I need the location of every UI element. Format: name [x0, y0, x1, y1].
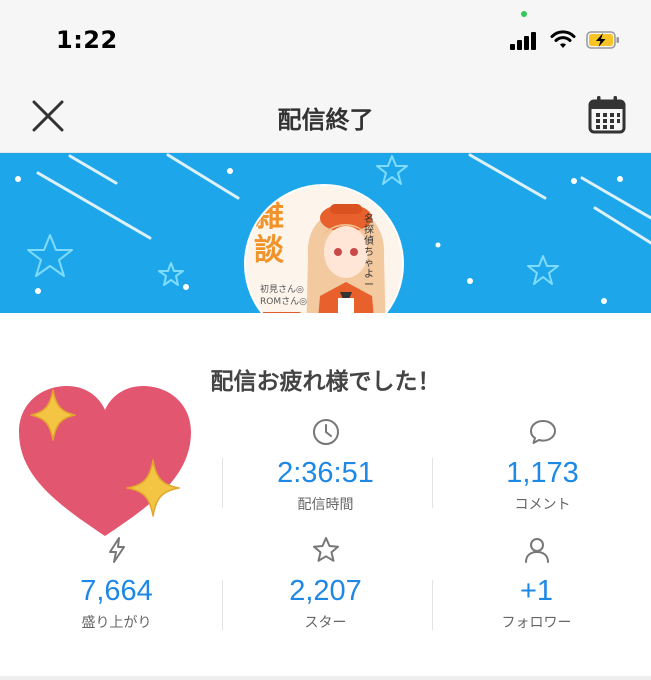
wifi-icon — [550, 30, 576, 48]
stat-stars: 2,207 スター — [217, 532, 434, 632]
avatar-title-text: 雑談 — [254, 199, 284, 268]
followers-value: +1 — [519, 575, 554, 607]
avatar-sub-text-2: ROMさん◎ — [260, 297, 307, 307]
comments-label: コメント — [514, 497, 571, 513]
heart-icon — [19, 386, 191, 536]
stat-stream-time: 2:36:51 配信時間 — [217, 414, 434, 514]
calendar-button[interactable] — [586, 94, 628, 136]
calendar-icon — [588, 96, 626, 134]
stars-value: 2,207 — [289, 575, 362, 607]
stream-time-value: 2:36:51 — [277, 457, 374, 489]
cellular-signal-icon — [510, 32, 540, 50]
status-time: 1:22 — [56, 26, 118, 54]
stat-comments: 1,173 コメント — [434, 414, 651, 514]
nav-bar: 配信終了 — [0, 80, 651, 153]
star-icon — [312, 537, 339, 562]
stat-excitement: 7,664 盛り上がり — [8, 532, 225, 632]
followers-label: フォロワー — [501, 615, 572, 631]
comment-icon — [529, 420, 556, 444]
comments-value: 1,173 — [506, 457, 579, 489]
stat-followers: +1 フォロワー — [428, 532, 645, 632]
excitement-label: 盛り上がり — [81, 615, 152, 631]
page-title: 配信終了 — [277, 106, 374, 134]
battery-charging-icon — [586, 31, 619, 49]
stream-time-label: 配信時間 — [297, 497, 354, 513]
clock-icon — [312, 419, 339, 445]
status-bar: 1:22 — [0, 0, 651, 80]
stars-label: スター — [304, 615, 347, 631]
user-icon — [524, 538, 549, 563]
privacy-indicator — [521, 11, 527, 17]
avatar-note-text: 名探偵ちゃよー — [364, 214, 374, 291]
bottom-divider — [0, 676, 651, 680]
excitement-value: 7,664 — [80, 575, 153, 607]
